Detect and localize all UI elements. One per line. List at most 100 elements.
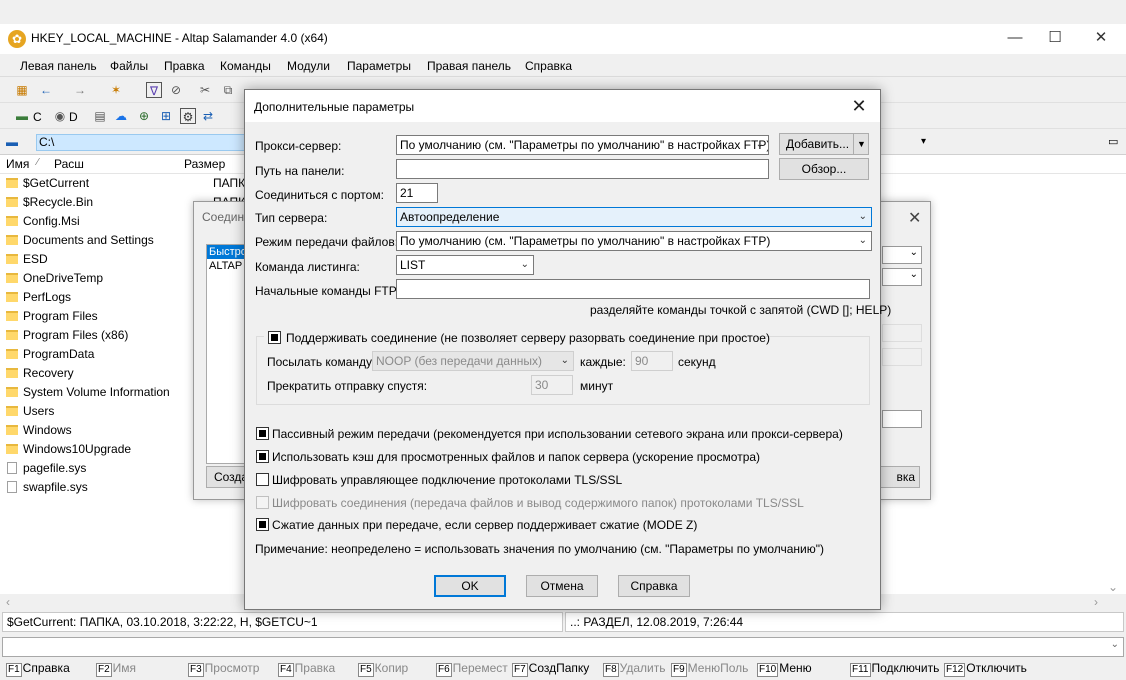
onedrive-icon[interactable]: ☁ bbox=[113, 108, 129, 124]
scroll-down-icon[interactable]: ⌄ bbox=[1108, 580, 1118, 594]
file-name: $GetCurrent bbox=[23, 176, 90, 190]
file-name: Documents and Settings bbox=[23, 233, 154, 247]
drive-d-label[interactable]: D bbox=[69, 110, 78, 124]
server-type-label: Тип сервера: bbox=[255, 211, 328, 225]
tls-control-label[interactable]: Шифровать управляющее подключение проток… bbox=[272, 473, 622, 487]
drive-c-icon[interactable]: ▬ bbox=[14, 108, 30, 124]
drive-c-label[interactable]: C bbox=[33, 110, 42, 124]
fkey-f11[interactable]: F11 Подключить bbox=[850, 661, 939, 677]
send-command-select[interactable]: NOOP (без передачи данных) ⌄ bbox=[372, 351, 574, 371]
documents-icon[interactable]: ▤ bbox=[92, 108, 108, 124]
fkey-f7[interactable]: F7 СоздПапку bbox=[512, 661, 589, 677]
add-proxy-button[interactable]: Добавить... ▼ bbox=[779, 133, 869, 155]
folder-icon bbox=[6, 311, 18, 321]
keepalive-checkbox[interactable] bbox=[268, 331, 281, 344]
network-icon[interactable]: ⊞ bbox=[158, 108, 174, 124]
fkey-f4[interactable]: F4 Правка bbox=[278, 661, 335, 677]
bg-field-1[interactable] bbox=[882, 324, 922, 342]
server-type-select[interactable]: Автоопределение ⌄ bbox=[396, 207, 872, 227]
menu-help[interactable]: Справка bbox=[525, 59, 572, 73]
passive-mode-label[interactable]: Пассивный режим передачи (рекомендуется … bbox=[272, 427, 843, 441]
bg-field-2[interactable] bbox=[882, 348, 922, 366]
help-button[interactable]: Справка bbox=[618, 575, 690, 597]
column-size[interactable]: Размер bbox=[184, 157, 225, 171]
file-icon bbox=[7, 481, 17, 493]
right-path-dropdown-icon[interactable]: ▾ bbox=[921, 136, 926, 147]
every-input[interactable]: 90 bbox=[631, 351, 673, 371]
cancel-button[interactable]: Отмена bbox=[526, 575, 598, 597]
fkey-label: Копир bbox=[374, 661, 409, 675]
drive-dropdown-icon[interactable]: ▬ bbox=[4, 134, 20, 150]
menu-options[interactable]: Параметры bbox=[347, 59, 411, 73]
compression-label[interactable]: Сжатие данных при передаче, если сервер … bbox=[272, 518, 697, 532]
transfer-mode-select[interactable]: По умолчанию (см. "Параметры по умолчани… bbox=[396, 231, 872, 251]
tls-control-checkbox[interactable] bbox=[256, 473, 269, 486]
bg-combo-2[interactable]: ⌄ bbox=[882, 268, 922, 286]
scroll-right-icon[interactable]: › bbox=[1094, 595, 1098, 609]
fkey-f3[interactable]: F3 Просмотр bbox=[188, 661, 259, 677]
dropdown-arrow-icon[interactable]: ▼ bbox=[857, 134, 866, 154]
ok-button[interactable]: OK bbox=[434, 575, 506, 597]
fkey-f1[interactable]: F1 Справка bbox=[6, 661, 70, 677]
maximize-button[interactable]: ☐ bbox=[1032, 24, 1078, 54]
menu-edit[interactable]: Правка bbox=[164, 59, 205, 73]
menu-left-panel[interactable]: Левая панель bbox=[20, 59, 97, 73]
fkey-f12[interactable]: F12 Отключить bbox=[944, 661, 1027, 677]
back-icon[interactable]: ← bbox=[38, 82, 54, 98]
command-line[interactable]: ⌄ bbox=[2, 637, 1124, 657]
file-size: ПАПК bbox=[213, 176, 246, 190]
dialog-title-bar: Дополнительные параметры ✕ bbox=[245, 90, 880, 122]
stop-after-input[interactable]: 30 bbox=[531, 375, 573, 395]
bg-field-3[interactable] bbox=[882, 410, 922, 428]
compression-checkbox[interactable] bbox=[256, 518, 269, 531]
plugin-fs-icon[interactable]: ⚙ bbox=[180, 108, 196, 124]
fkey-f10[interactable]: F10 Меню bbox=[757, 661, 812, 677]
fkey-f8[interactable]: F8 Удалить bbox=[603, 661, 666, 677]
keepalive-label[interactable]: Поддерживать соединение (не позволяет се… bbox=[286, 331, 770, 345]
passive-mode-checkbox[interactable] bbox=[256, 427, 269, 440]
no-filter-icon[interactable]: ⊘ bbox=[168, 82, 184, 98]
command-history-dropdown-icon[interactable]: ⌄ bbox=[1111, 639, 1119, 650]
ftp-icon[interactable]: ⊕ bbox=[136, 108, 152, 124]
proxy-select[interactable]: По умолчанию (см. "Параметры по умолчани… bbox=[396, 135, 769, 155]
cache-checkbox[interactable] bbox=[256, 450, 269, 463]
panel-path-label: Путь на панели: bbox=[255, 164, 345, 178]
tls-data-label[interactable]: Шифровать соединения (передача файлов и … bbox=[272, 496, 804, 510]
panel-path-input[interactable] bbox=[396, 159, 769, 179]
forward-icon[interactable]: → bbox=[72, 82, 88, 98]
maximize-panel-icon[interactable]: ▭ bbox=[1108, 135, 1118, 148]
dialog-close-button[interactable]: ✕ bbox=[844, 94, 874, 118]
file-row[interactable]: $GetCurrent ПАПК bbox=[0, 174, 245, 193]
list-command-select[interactable]: LIST ⌄ bbox=[396, 255, 534, 275]
filter-icon[interactable]: ∇ bbox=[146, 82, 162, 98]
init-commands-input[interactable] bbox=[396, 279, 870, 299]
fkey-f9[interactable]: F9 МенюПоль bbox=[671, 661, 748, 677]
fkey-f5[interactable]: F5 Копир bbox=[358, 661, 408, 677]
chevron-down-icon: ⌄ bbox=[858, 211, 867, 222]
cache-label[interactable]: Использовать кэш для просмотренных файло… bbox=[272, 450, 760, 464]
folder-icon bbox=[6, 254, 18, 264]
scroll-left-icon[interactable]: ‹ bbox=[6, 595, 10, 609]
menu-files[interactable]: Файлы bbox=[110, 59, 148, 73]
cut-icon[interactable]: ✂ bbox=[197, 82, 213, 98]
fkey-f6[interactable]: F6 Перемест bbox=[436, 661, 508, 677]
menu-plugins[interactable]: Модули bbox=[287, 59, 330, 73]
close-button[interactable]: ✕ bbox=[1078, 24, 1124, 54]
menu-commands[interactable]: Команды bbox=[220, 59, 271, 73]
fkey-f2[interactable]: F2 Имя bbox=[96, 661, 136, 677]
tls-data-checkbox[interactable] bbox=[256, 496, 269, 509]
star-filter-icon[interactable]: ✶ bbox=[108, 82, 124, 98]
drive-d-icon[interactable]: ◉ bbox=[52, 108, 68, 124]
init-commands-label: Начальные команды FTP: bbox=[255, 284, 401, 298]
panel-icon[interactable]: ▦ bbox=[14, 82, 30, 98]
port-input[interactable]: 21 bbox=[396, 183, 438, 203]
bg-combo-1[interactable]: ⌄ bbox=[882, 246, 922, 264]
bg-dialog-close-icon[interactable]: ✕ bbox=[908, 208, 921, 228]
browse-button[interactable]: Обзор... bbox=[779, 158, 869, 180]
path-field[interactable]: C:\ bbox=[36, 134, 246, 151]
connect-icon[interactable]: ⇄ bbox=[200, 108, 216, 124]
column-ext[interactable]: Расш bbox=[54, 157, 84, 171]
copy-icon[interactable]: ⧉ bbox=[220, 82, 236, 98]
column-name[interactable]: Имя bbox=[6, 157, 29, 171]
menu-right-panel[interactable]: Правая панель bbox=[427, 59, 511, 73]
